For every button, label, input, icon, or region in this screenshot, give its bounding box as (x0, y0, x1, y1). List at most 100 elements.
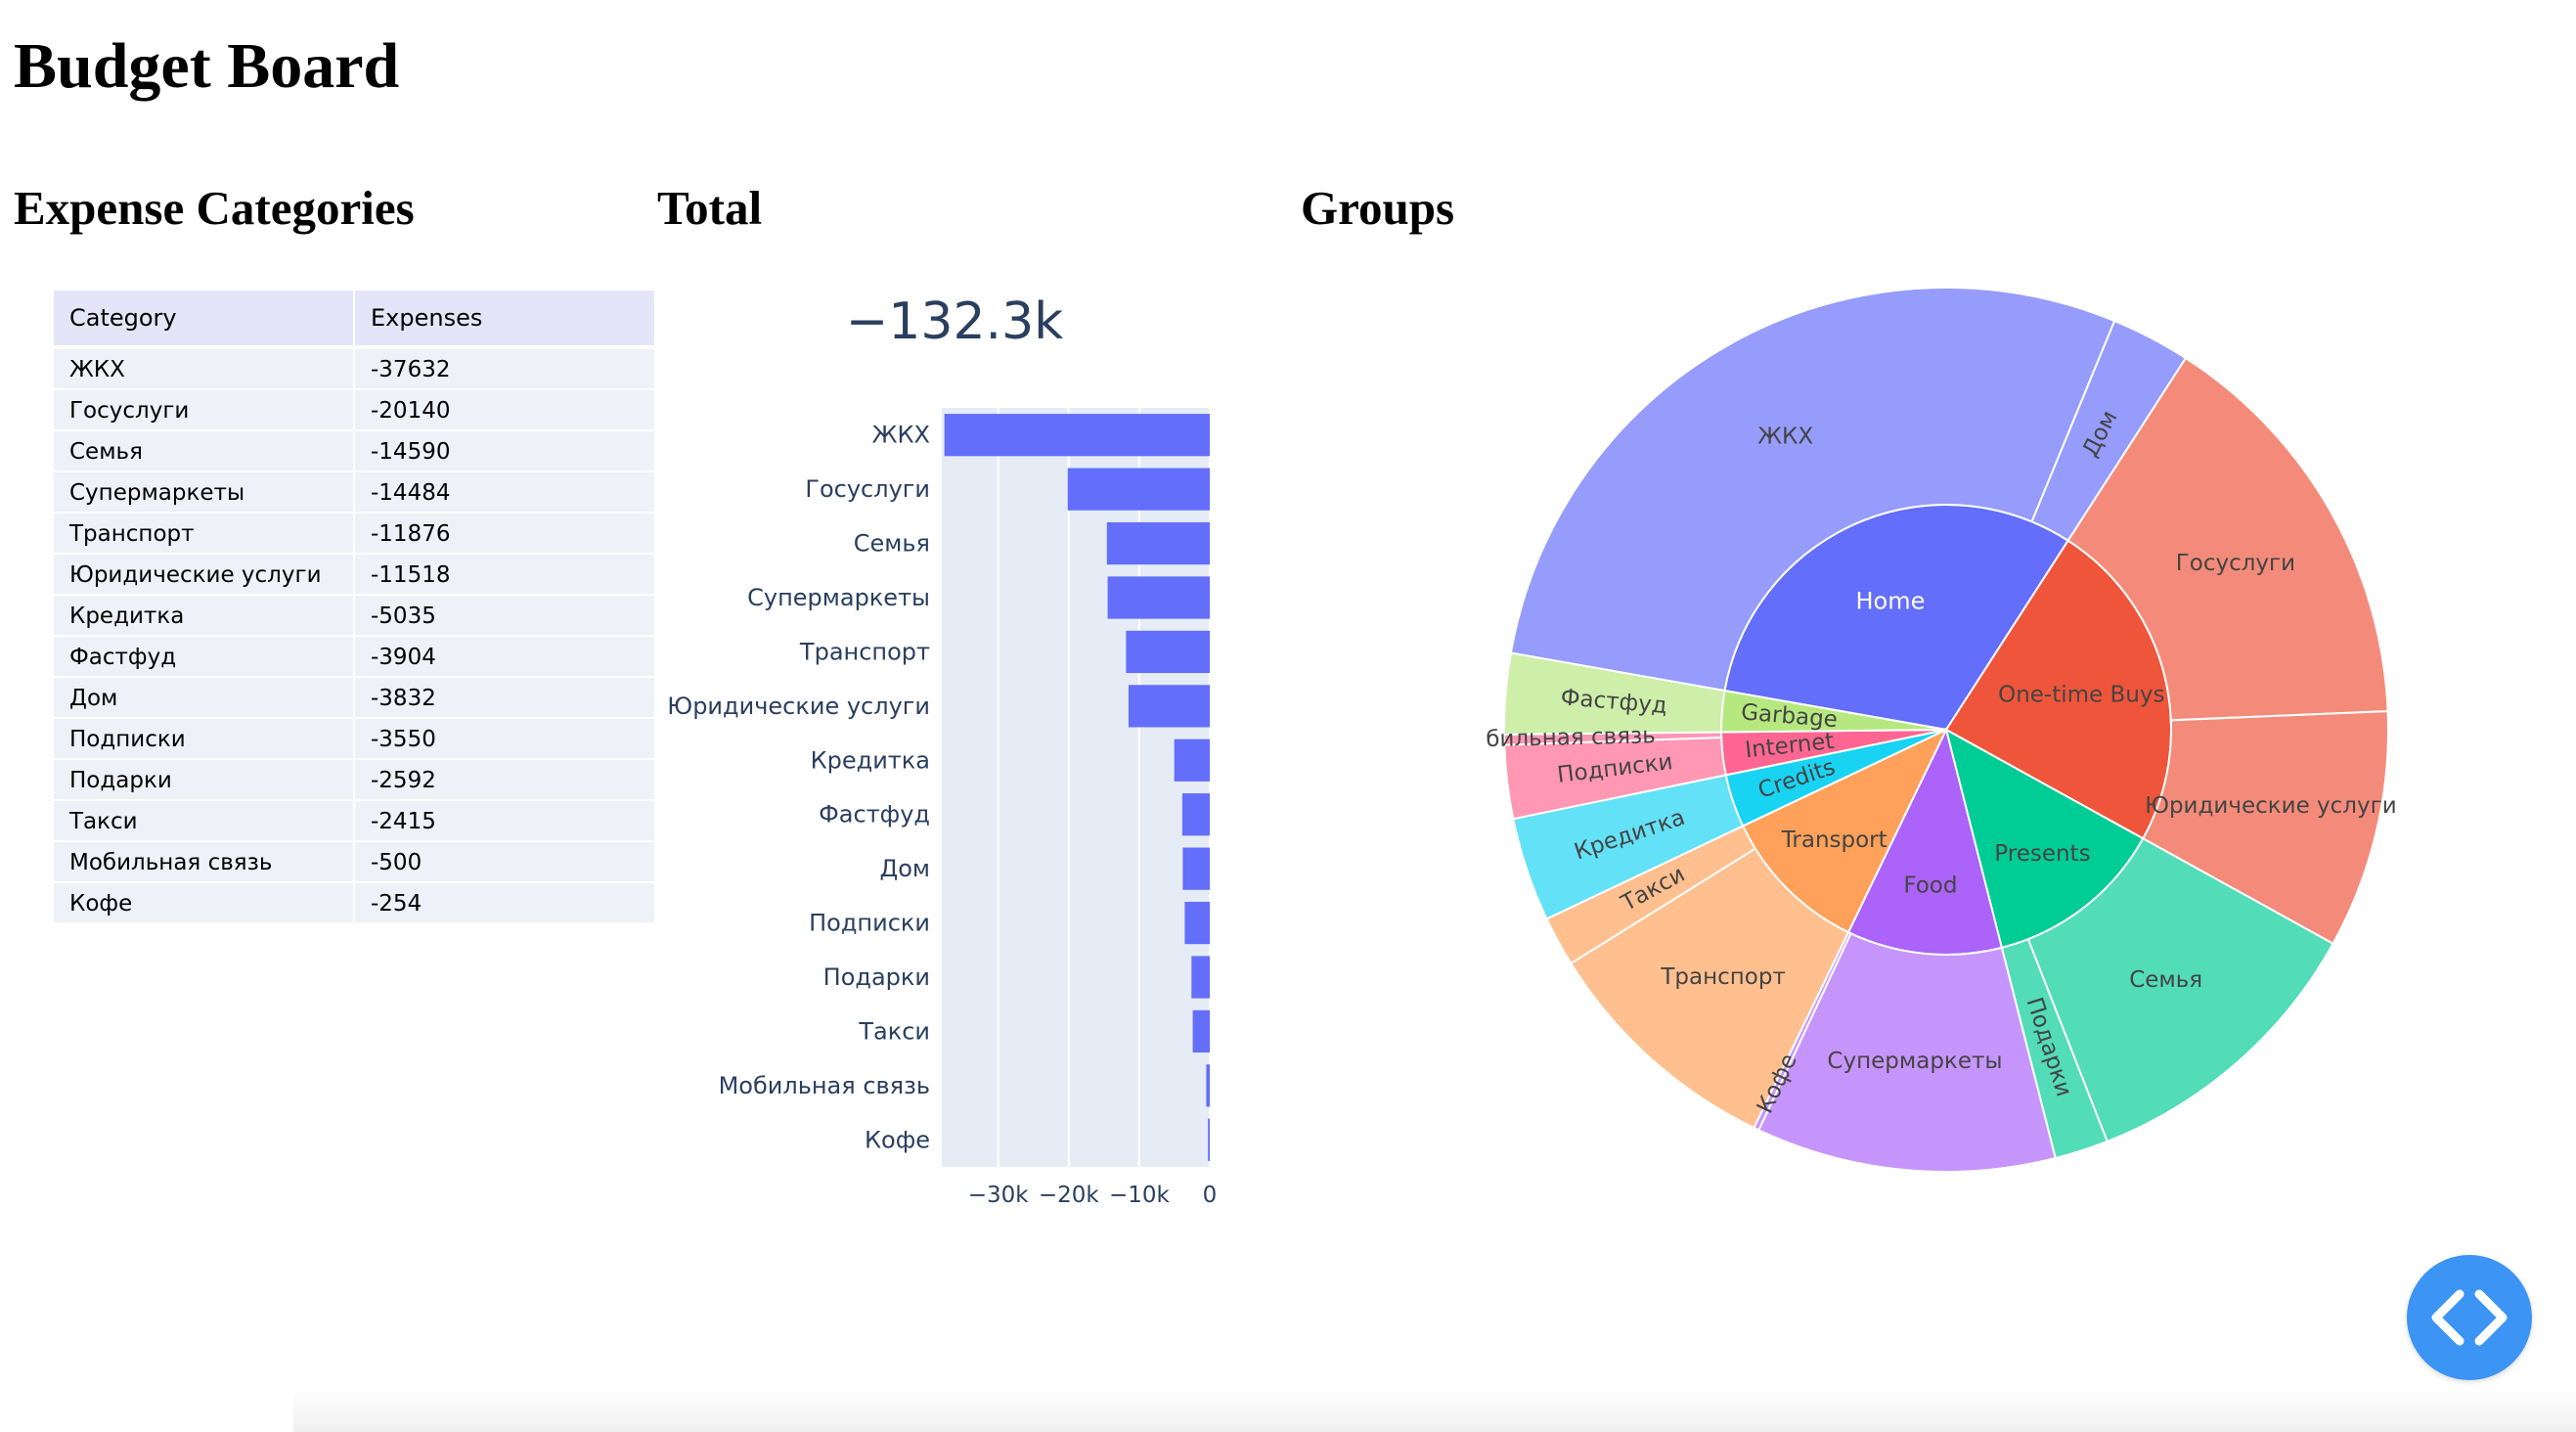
bar-category-label: Подарки (823, 963, 930, 991)
code-toggle-button[interactable] (2407, 1255, 2532, 1380)
cell-expenses: -14590 (355, 429, 656, 470)
cell-expenses: -2415 (355, 799, 656, 840)
cell-category: Кофе (54, 881, 355, 922)
bar-2[interactable] (1106, 521, 1210, 565)
bar-9[interactable] (1184, 901, 1210, 945)
cell-category: ЖКХ (54, 345, 355, 388)
cell-expenses: -2592 (355, 758, 656, 799)
total-bar-chart: −132.3k ЖКХ Госуслуги Семья Супермаркеты Тра… (667, 292, 1218, 1208)
cell-category: Подарки (54, 758, 355, 799)
table-body: ЖКХ -37632 Госуслуги -20140 Семья -14590 Супер… (54, 345, 656, 922)
table-row: Фастфуд -3904 (54, 635, 656, 676)
cell-category: Семья (54, 429, 355, 470)
bar-11[interactable] (1192, 1009, 1210, 1053)
bar-category-label: Мобильная связь (719, 1072, 930, 1099)
sunburst-group-label: One-time Buys (1998, 683, 2164, 708)
bar-4[interactable] (1126, 630, 1210, 674)
bar-13[interactable] (1208, 1118, 1210, 1161)
bar-category-label: Супермаркеты (747, 584, 930, 611)
cell-category: Кредитка (54, 594, 355, 635)
x-tick-label: −10k (1109, 1183, 1171, 1208)
cell-category: Транспорт (54, 512, 355, 553)
cell-expenses: -37632 (355, 345, 656, 388)
sunburst-segment-label: Мобильная связь (1487, 723, 1656, 753)
bar-0[interactable] (944, 414, 1210, 457)
cell-category: Фастфуд (54, 635, 355, 676)
bar-category-labels: ЖКХ Госуслуги Семья Супермаркеты Транспорт Юр… (667, 422, 930, 1154)
section-title-categories: Expense Categories (14, 181, 415, 235)
cell-expenses: -3904 (355, 635, 656, 676)
bar-12[interactable] (1206, 1064, 1210, 1107)
sunburst-group-label: Home (1855, 587, 1925, 614)
x-tick-label: −20k (1039, 1183, 1100, 1208)
sunburst-group-label: Presents (1994, 841, 2090, 867)
cell-category: Супермаркеты (54, 470, 355, 512)
bar-1[interactable] (1067, 468, 1210, 511)
table-row: Мобильная связь -500 (54, 840, 656, 881)
bar-category-label: Кофе (865, 1126, 930, 1153)
cell-category: Дом (54, 676, 355, 717)
sunburst-segment-label: Транспорт (1660, 964, 1786, 990)
sunburst-group-label: Transport (1781, 828, 1888, 853)
sunburst-segment-label: ЖКХ (1757, 425, 1813, 450)
scroll-shadow (293, 1389, 2576, 1432)
bar-category-label: Кредитка (811, 746, 930, 774)
cell-expenses: -254 (355, 881, 656, 922)
sunburst-group-label: Food (1903, 873, 1957, 899)
bar-10[interactable] (1191, 956, 1210, 999)
table-row: Госуслуги -20140 (54, 388, 656, 429)
section-title-groups: Groups (1301, 181, 1455, 235)
table-row: Юридические услуги -11518 (54, 553, 656, 594)
cell-expenses: -20140 (355, 388, 656, 429)
cell-expenses: -14484 (355, 470, 656, 512)
table-header-row: Category Expenses (54, 291, 656, 345)
bar-category-label: Такси (858, 1017, 930, 1045)
groups-sunburst: ЖКХ ДомHomeГосуслугиЮридические услугиOne… (1487, 287, 2397, 1173)
table-row: Супермаркеты -14484 (54, 470, 656, 512)
cell-expenses: -500 (355, 840, 656, 881)
section-title-total: Total (657, 181, 763, 235)
column-header-category[interactable]: Category (54, 291, 355, 345)
table-row: Такси -2415 (54, 799, 656, 840)
table-row: Транспорт -11876 (54, 512, 656, 553)
bar-category-label: Фастфуд (819, 801, 930, 828)
table-row: Семья -14590 (54, 429, 656, 470)
cell-category: Подписки (54, 717, 355, 758)
x-tick-label: 0 (1203, 1183, 1218, 1208)
table-row: Кофе -254 (54, 881, 656, 922)
bar-8[interactable] (1182, 847, 1210, 890)
sunburst-segment-label: Госуслуги (2176, 551, 2295, 576)
plot-background (942, 408, 1210, 1167)
bar-category-label: Дом (879, 855, 930, 882)
bar-tick-labels: −30k −20k −10k 0 (968, 1183, 1218, 1208)
table-row: Дом -3832 (54, 676, 656, 717)
bar-7[interactable] (1181, 793, 1210, 836)
cell-category: Мобильная связь (54, 840, 355, 881)
column-header-expenses[interactable]: Expenses (355, 291, 656, 345)
cell-expenses: -3832 (355, 676, 656, 717)
bar-6[interactable] (1174, 738, 1210, 782)
table-row: Кредитка -5035 (54, 594, 656, 635)
cell-category: Такси (54, 799, 355, 840)
bar-5[interactable] (1128, 685, 1210, 728)
x-tick-label: −30k (968, 1183, 1030, 1208)
code-brackets-icon (2431, 1289, 2508, 1346)
bar-category-label: Юридические услуги (667, 693, 930, 720)
bar-category-label: Семья (854, 530, 930, 558)
cell-expenses: -5035 (355, 594, 656, 635)
sunburst-segment-label: Супермаркеты (1827, 1049, 2002, 1074)
cell-expenses: -11518 (355, 553, 656, 594)
cell-expenses: -11876 (355, 512, 656, 553)
page-title: Budget Board (14, 30, 400, 102)
bar-category-label: ЖКХ (872, 422, 930, 449)
bar-3[interactable] (1107, 576, 1210, 619)
table-row: Подписки -3550 (54, 717, 656, 758)
cell-category: Госуслуги (54, 388, 355, 429)
kpi-total-value: −132.3k (846, 292, 1064, 351)
bar-category-label: Госуслуги (805, 475, 930, 503)
table-row: ЖКХ -37632 (54, 345, 656, 388)
sunburst-segment-label: Семья (2129, 967, 2202, 993)
cell-expenses: -3550 (355, 717, 656, 758)
table-row: Подарки -2592 (54, 758, 656, 799)
expense-table: Category Expenses ЖКХ -37632 Госуслуги -201… (54, 291, 656, 922)
